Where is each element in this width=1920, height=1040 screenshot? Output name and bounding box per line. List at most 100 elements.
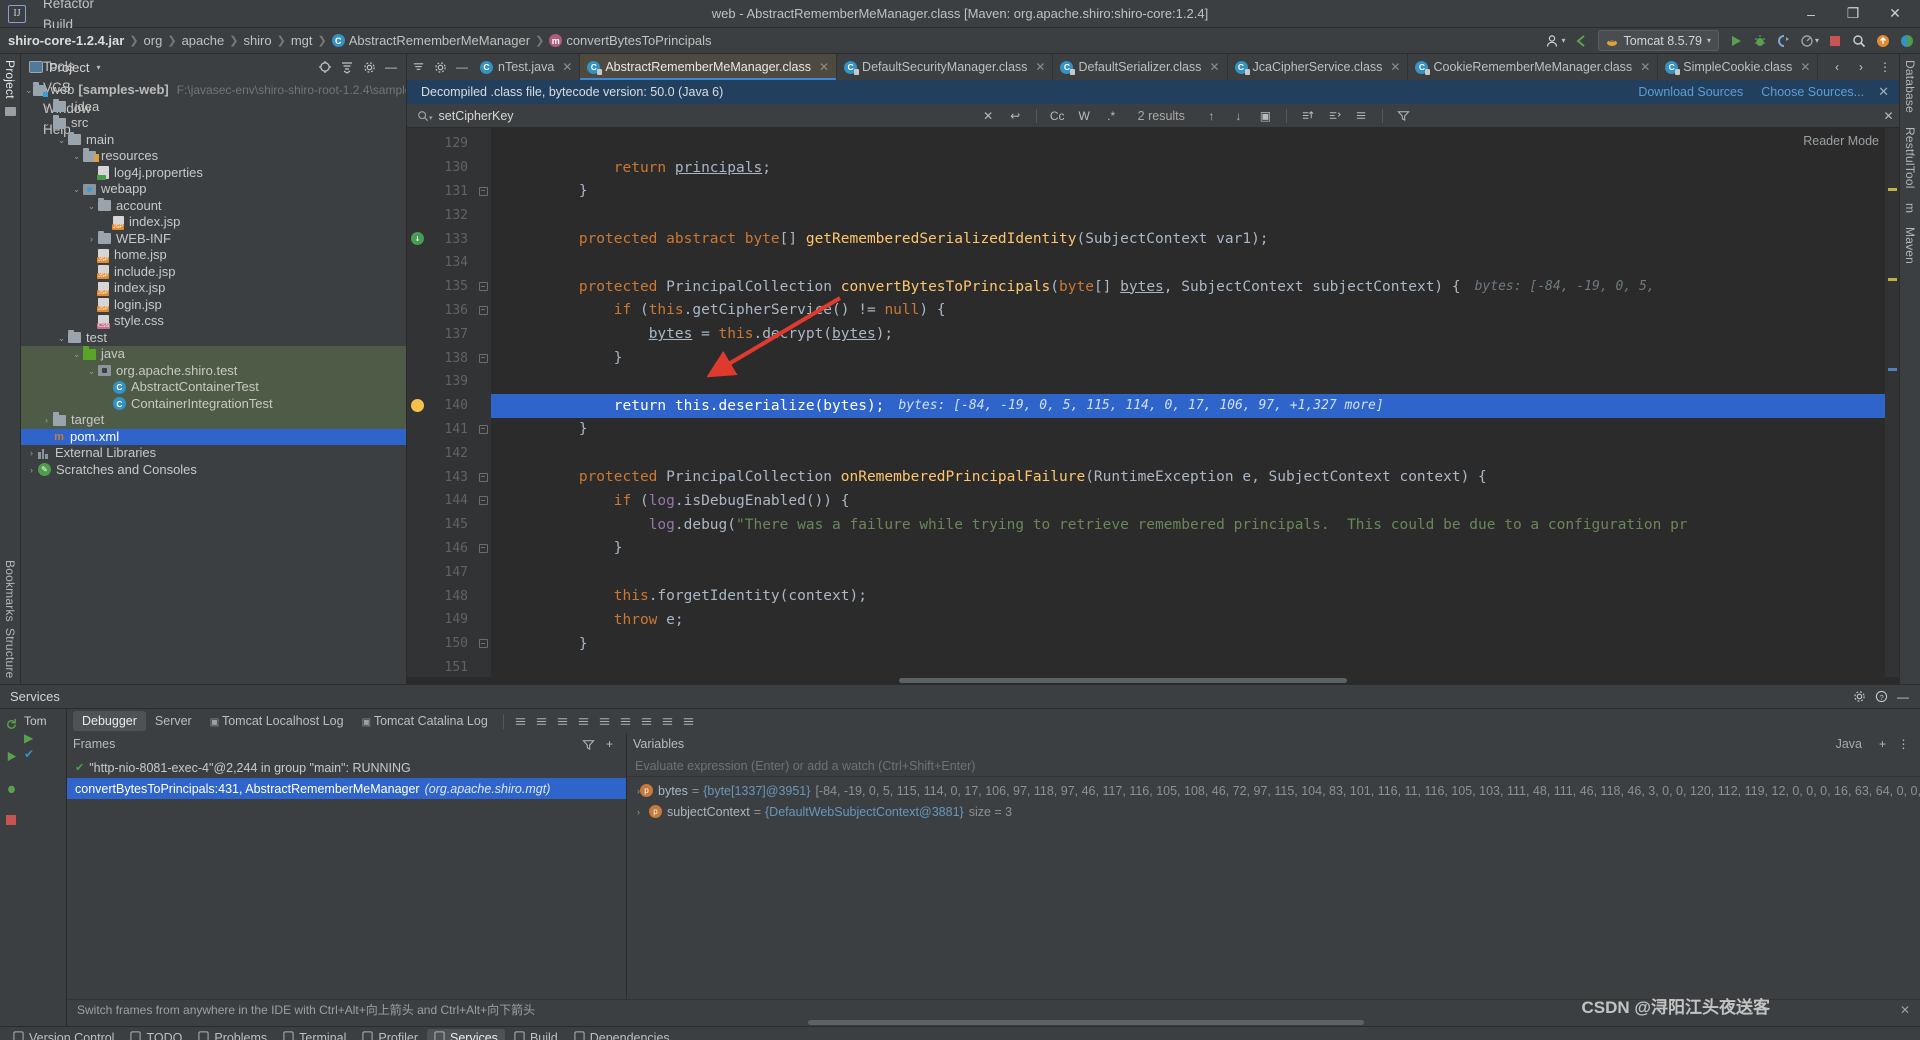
line-number[interactable]: 151 xyxy=(407,656,475,680)
close-tab-icon[interactable]: ✕ xyxy=(1209,60,1219,74)
fold-marker[interactable]: − xyxy=(475,346,491,370)
threads-icon[interactable] xyxy=(678,711,699,731)
line-number[interactable]: 148 xyxy=(407,584,475,608)
menu-bar[interactable]: FileEditViewNavigateCodeRefactorBuildRun… xyxy=(34,0,105,140)
tool-window-build[interactable]: Build xyxy=(507,1029,565,1040)
tab-overflow-icon[interactable]: ⋮ xyxy=(1874,56,1896,78)
tree-item-target[interactable]: › target xyxy=(21,412,406,429)
commit-icon[interactable] xyxy=(4,106,16,116)
maximize-button[interactable]: ❐ xyxy=(1832,1,1874,27)
editor-tab-6[interactable]: C SimpleCookie.class ✕ xyxy=(1658,54,1819,80)
chevron-down-icon[interactable]: ⌄ xyxy=(70,148,83,165)
implementation-marker-icon[interactable]: ↓ xyxy=(411,232,424,246)
tree-item-java[interactable]: ⌄ java xyxy=(21,346,406,363)
menu-window[interactable]: Window xyxy=(34,98,105,119)
chevron-down-icon[interactable]: ⌄ xyxy=(70,181,83,198)
fold-toggle-icon[interactable]: − xyxy=(478,639,488,649)
fold-marker[interactable] xyxy=(475,441,491,465)
fold-marker[interactable] xyxy=(475,584,491,608)
variable-row[interactable]: › p bytes = {byte[1337]@3951} [-84, -19, 0, 5… xyxy=(627,780,1920,801)
variables-language-label[interactable]: Java xyxy=(1826,737,1872,751)
select-all-occurrences-icon[interactable] xyxy=(1297,106,1318,126)
tool-button-maven[interactable]: Maven xyxy=(1903,227,1917,264)
chevron-right-icon[interactable]: › xyxy=(25,462,38,479)
services-tree-item[interactable]: Tom xyxy=(22,713,66,730)
code-line[interactable]: return this .deserialize(bytes); bytes: [-… xyxy=(491,393,1899,418)
tree-item-index-jsp[interactable]: index.jsp xyxy=(21,280,406,297)
line-number[interactable]: ↓ 133 xyxy=(407,227,475,251)
tabs-hide-icon[interactable]: — xyxy=(451,54,473,80)
tree-item-resources[interactable]: ⌄ resources xyxy=(21,148,406,165)
whole-words-button[interactable]: W xyxy=(1074,106,1095,126)
step-into-icon[interactable] xyxy=(573,711,594,731)
editor-tab-4[interactable]: C JcaCipherService.class ✕ xyxy=(1228,54,1409,80)
tree-item-home-jsp[interactable]: home.jsp xyxy=(21,247,406,264)
navigation-bar[interactable]: shiro-core-1.2.4.jar ❯ org ❯ apache ❯ shiro ❯ mg… xyxy=(0,28,1920,54)
services-tree-item[interactable]: ▶ xyxy=(22,730,66,747)
thread-row[interactable]: ✔ "http-nio-8081-exec-4"@2,244 in group … xyxy=(67,757,626,778)
chevron-down-icon[interactable]: ▾ xyxy=(1707,36,1711,45)
fold-marker[interactable] xyxy=(475,203,491,227)
tree-item-webapp[interactable]: ⌄ webapp xyxy=(21,181,406,198)
tool-window-problems[interactable]: Problems xyxy=(191,1029,274,1040)
fold-marker[interactable]: − xyxy=(475,537,491,561)
services-settings-icon[interactable] xyxy=(1848,686,1870,708)
hide-panel-icon[interactable]: — xyxy=(380,56,402,78)
fold-marker[interactable] xyxy=(475,227,491,251)
frames-filter-icon[interactable] xyxy=(578,734,599,754)
code-line[interactable] xyxy=(491,560,1899,584)
services-help-icon[interactable]: ? xyxy=(1870,686,1892,708)
code-line[interactable]: this .forgetIdentity(context); xyxy=(491,584,1899,608)
back-icon[interactable] xyxy=(1570,30,1592,52)
line-number[interactable]: 147 xyxy=(407,560,475,584)
code-line[interactable]: } xyxy=(491,180,1899,204)
close-tab-icon[interactable]: ✕ xyxy=(1800,60,1810,74)
choose-sources-link[interactable]: Choose Sources... xyxy=(1761,85,1864,99)
tree-item-style-css[interactable]: style.css xyxy=(21,313,406,330)
exclude-icon[interactable] xyxy=(1351,106,1372,126)
tree-item-log4j-properties[interactable]: log4j.properties xyxy=(21,165,406,182)
right-tool-strip[interactable]: Database RestfulTool m Maven xyxy=(1899,54,1920,684)
chevron-right-icon[interactable]: › xyxy=(85,231,98,248)
search-everywhere-icon[interactable] xyxy=(1848,30,1870,52)
tree-item-login-jsp[interactable]: login.jsp xyxy=(21,297,406,314)
services-tree-item[interactable]: ✔ xyxy=(22,746,66,763)
fold-marker[interactable]: − xyxy=(475,275,491,299)
editor-tab-1[interactable]: C AbstractRememberMeManager.class ✕ xyxy=(580,54,838,80)
select-opened-file-icon[interactable] xyxy=(314,56,336,78)
code-line[interactable]: } xyxy=(491,418,1899,442)
line-number[interactable]: 138 xyxy=(407,346,475,370)
line-number[interactable]: 132 xyxy=(407,203,475,227)
editor-tab-5[interactable]: C CookieRememberMeManager.class ✕ xyxy=(1408,54,1659,80)
line-number[interactable]: 144 xyxy=(407,489,475,513)
close-notice-icon[interactable]: ✕ xyxy=(1878,84,1889,100)
debugger-tab-server[interactable]: Server xyxy=(146,711,201,731)
breadcrumb-item-4[interactable]: mgt xyxy=(291,33,313,48)
line-number[interactable]: 134 xyxy=(407,251,475,275)
fold-toggle-icon[interactable]: − xyxy=(478,496,488,506)
fold-toggle-icon[interactable]: − xyxy=(478,282,488,292)
menu-refactor[interactable]: Refactor xyxy=(34,0,105,14)
tree-item-containerintegrationtest[interactable]: C ContainerIntegrationTest xyxy=(21,395,406,412)
rerun-icon[interactable] xyxy=(0,713,22,735)
code-line[interactable]: protected PrincipalCollection convertByt… xyxy=(491,275,1899,299)
breadcrumb-item-2[interactable]: apache xyxy=(182,33,225,48)
tabs-settings-icon[interactable] xyxy=(429,54,451,80)
fold-toggle-icon[interactable]: − xyxy=(478,543,488,553)
line-number[interactable]: 145 xyxy=(407,513,475,537)
debugger-tabs[interactable]: Debugger Server ▣ Tomcat Localhost Log ▣ To… xyxy=(67,709,1920,733)
editor-horizontal-scrollbar[interactable] xyxy=(407,677,1899,684)
variable-list[interactable]: › p bytes = {byte[1337]@3951} [-84, -19, 0, 5… xyxy=(627,777,1920,999)
variables-horizontal-scrollbar[interactable] xyxy=(67,1019,1920,1026)
code-line[interactable]: if (this. getCipherService() != null) { xyxy=(491,299,1899,323)
tree-item-account[interactable]: ⌄ account xyxy=(21,198,406,215)
evaluate-icon[interactable] xyxy=(636,711,657,731)
breadcrumb-item-0[interactable]: shiro-core-1.2.4.jar xyxy=(8,33,124,48)
fold-marker[interactable]: − xyxy=(475,418,491,442)
chevron-right-icon[interactable]: › xyxy=(40,412,53,429)
variables-panel[interactable]: Variables Java + ⋮ Evaluate expression (… xyxy=(627,733,1920,999)
evaluate-expression-input[interactable]: Evaluate expression (Enter) or add a wat… xyxy=(627,755,1920,777)
fold-marker[interactable] xyxy=(475,513,491,537)
editor-tab-2[interactable]: C DefaultSecurityManager.class ✕ xyxy=(837,54,1054,80)
tree-item-pom-xml[interactable]: m pom.xml xyxy=(21,428,406,445)
